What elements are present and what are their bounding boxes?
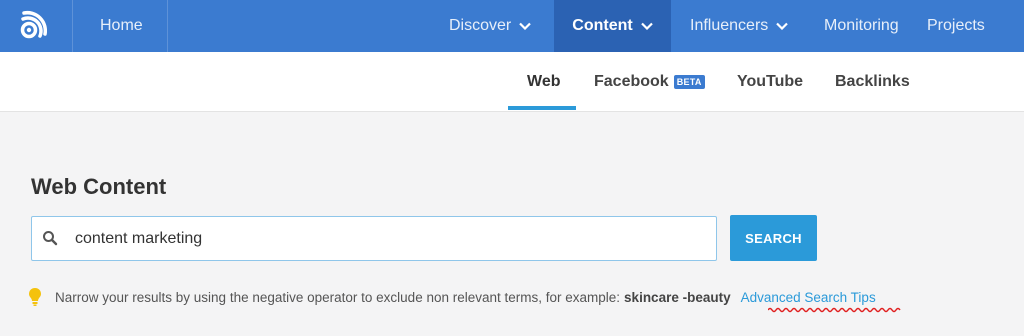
nav-content[interactable]: Content [554, 0, 671, 52]
tab-backlinks[interactable]: Backlinks [835, 52, 910, 112]
chevron-down-icon [640, 22, 653, 30]
active-tab-indicator [508, 106, 576, 110]
advanced-search-tips-link[interactable]: Advanced Search Tips [741, 290, 876, 305]
tab-web-label: Web [527, 73, 561, 90]
search-icon [42, 230, 58, 251]
nav-influencers-label: Influencers [690, 17, 769, 34]
tab-backlinks-label: Backlinks [835, 73, 910, 90]
nav-content-label: Content [572, 17, 633, 34]
nav-home-label: Home [100, 17, 143, 34]
tip-example: skincare -beauty [624, 289, 731, 305]
nav-divider [72, 0, 73, 52]
search-button[interactable]: SEARCH [730, 215, 817, 261]
tab-facebook[interactable]: Facebook BETA [594, 52, 705, 112]
nav-home[interactable]: Home [100, 0, 143, 52]
tab-youtube-label: YouTube [737, 73, 804, 90]
rss-logo-icon[interactable] [0, 0, 62, 52]
search-input[interactable] [75, 217, 705, 260]
nav-projects[interactable]: Projects [927, 0, 985, 52]
nav-monitoring[interactable]: Monitoring [824, 0, 899, 52]
nav-monitoring-label: Monitoring [824, 17, 899, 34]
top-navbar: Home Discover Content Influencers Monito… [0, 0, 1024, 52]
chevron-down-icon [519, 22, 532, 30]
content-subnav: Web Facebook BETA YouTube Backlinks [0, 52, 1024, 112]
search-tip: Narrow your results by using the negativ… [28, 287, 876, 307]
nav-influencers[interactable]: Influencers [690, 0, 789, 52]
tab-web[interactable]: Web [527, 52, 560, 112]
search-box[interactable] [31, 216, 717, 261]
lightbulb-icon [28, 287, 46, 307]
nav-discover-label: Discover [449, 17, 512, 34]
beta-badge: BETA [673, 75, 705, 89]
spellcheck-underline [768, 307, 901, 313]
tab-youtube[interactable]: YouTube [737, 52, 803, 112]
nav-discover[interactable]: Discover [449, 0, 532, 52]
tab-facebook-label: Facebook [594, 73, 669, 90]
chevron-down-icon [776, 22, 789, 30]
page-title: Web Content [31, 174, 167, 199]
tip-text: Narrow your results by using the negativ… [55, 289, 621, 305]
nav-divider [167, 0, 168, 52]
nav-projects-label: Projects [927, 17, 985, 34]
